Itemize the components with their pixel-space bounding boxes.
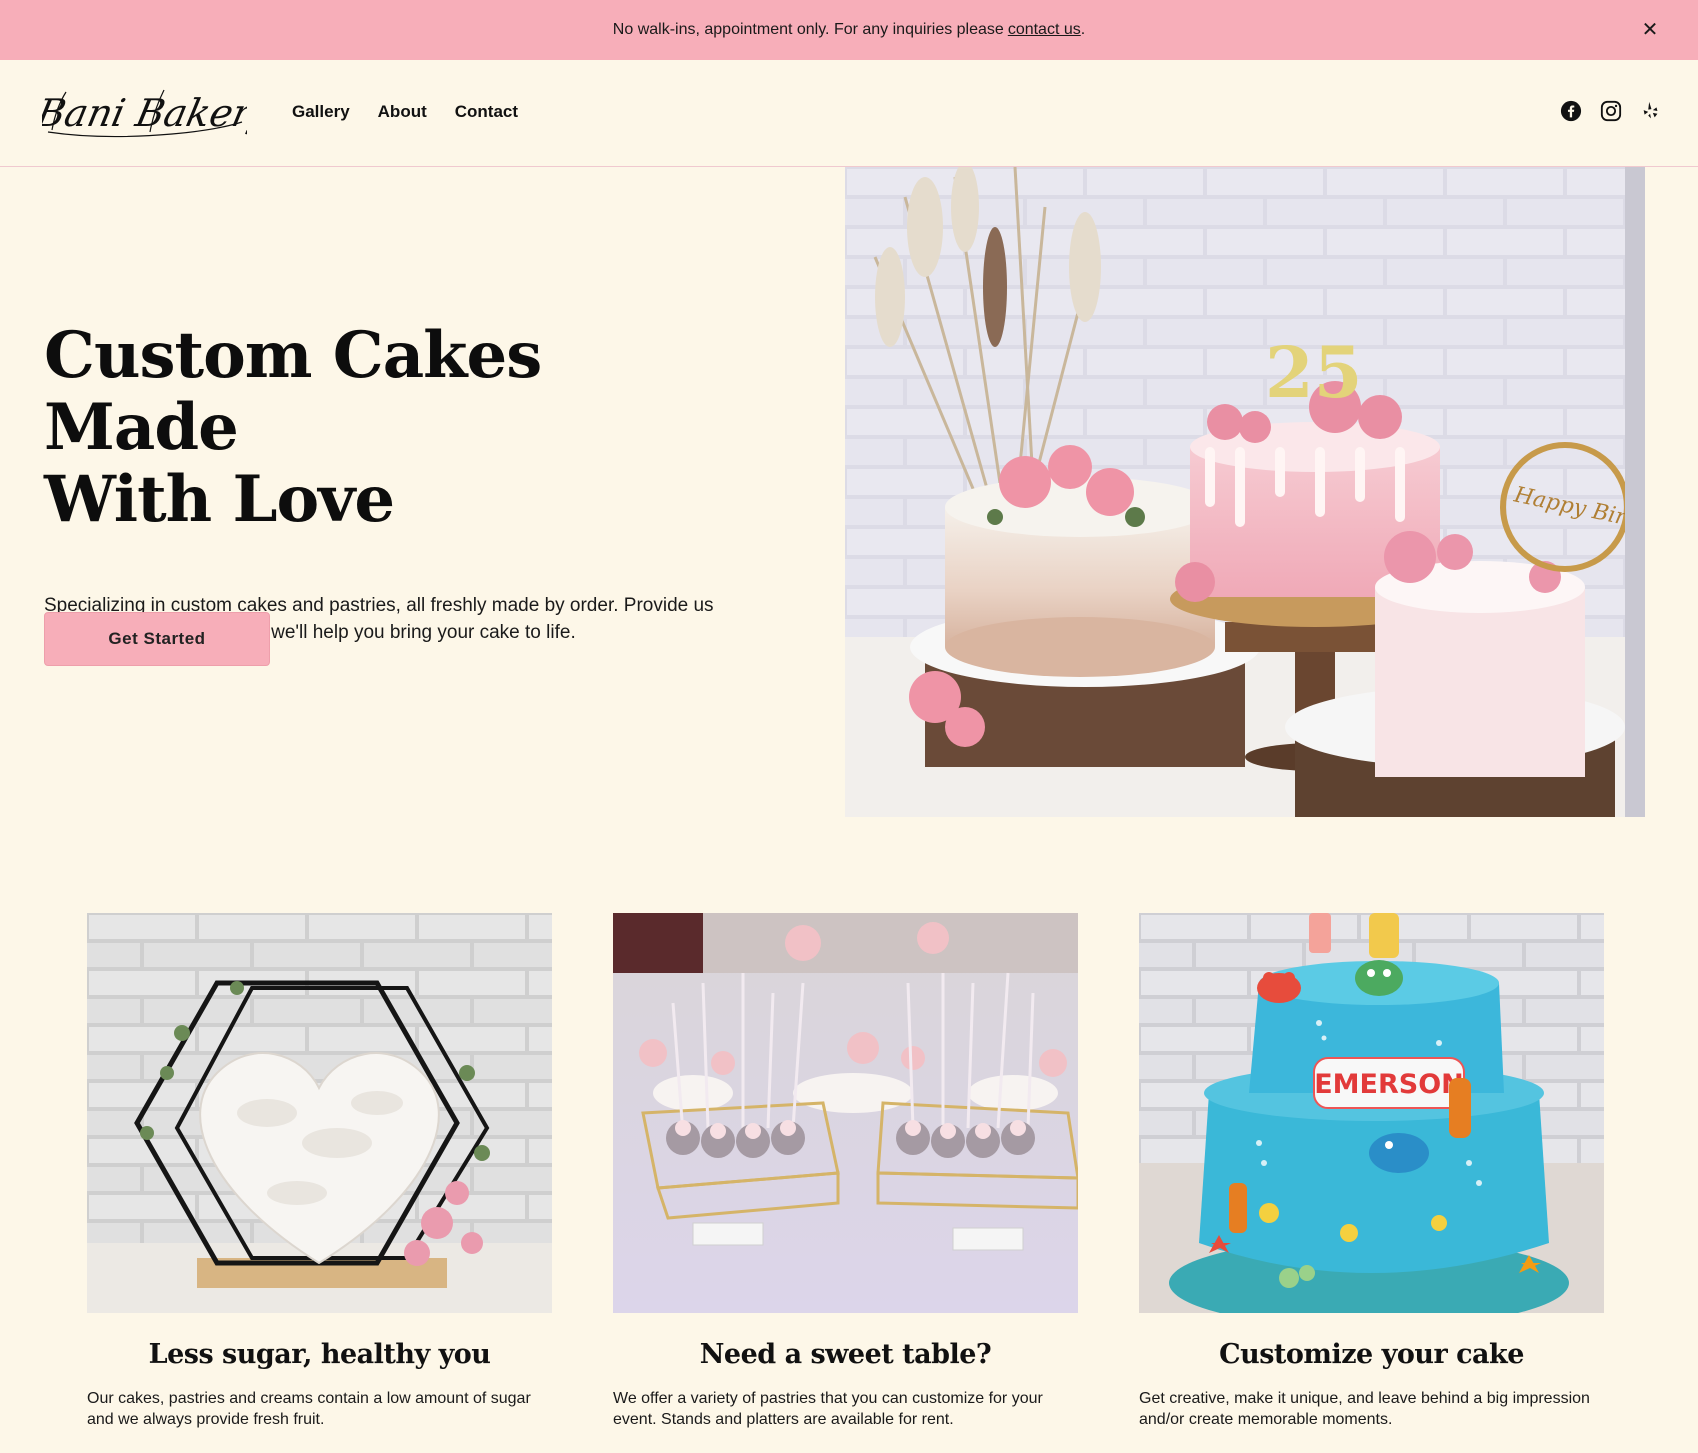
heart-cake-image bbox=[87, 913, 552, 1313]
feature-title: Customize your cake bbox=[1219, 1339, 1524, 1370]
announcement-suffix: . bbox=[1080, 21, 1086, 38]
instagram-icon[interactable] bbox=[1600, 100, 1622, 122]
svg-text:Bani Bakery: Bani Bakery bbox=[42, 91, 247, 136]
hero-title: Custom Cakes Made With Love bbox=[44, 320, 744, 536]
close-icon[interactable]: ✕ bbox=[1640, 20, 1660, 40]
announcement-bar: No walk-ins, appointment only. For any i… bbox=[0, 0, 1698, 60]
nav-about[interactable]: About bbox=[378, 102, 427, 122]
hero-title-line1: Custom Cakes Made bbox=[44, 318, 542, 465]
main-nav: Gallery About Contact bbox=[292, 102, 518, 122]
site-header: Bani Bakery Gallery About Contact bbox=[0, 60, 1698, 167]
hero-cakes-image: 25 Happy Birthday bbox=[845, 167, 1645, 817]
ocean-cake-label: EMERSON bbox=[1314, 1069, 1464, 1100]
announcement-text: No walk-ins, appointment only. For any i… bbox=[612, 21, 1004, 38]
ocean-cake-image: EMERSON bbox=[1139, 913, 1604, 1313]
hero-image-number: 25 bbox=[1265, 331, 1362, 414]
feature-text: Get creative, make it unique, and leave … bbox=[1139, 1390, 1590, 1428]
feature-title: Less sugar, healthy you bbox=[148, 1339, 491, 1370]
hero-title-line2: With Love bbox=[44, 462, 395, 537]
feature-card-sweet-table: Need a sweet table? We offer a variety o… bbox=[613, 913, 1078, 1430]
social-links bbox=[1560, 100, 1662, 122]
feature-text: We offer a variety of pastries that you … bbox=[613, 1390, 1043, 1428]
feature-title: Need a sweet table? bbox=[699, 1339, 992, 1370]
feature-card-less-sugar: Less sugar, healthy you Our cakes, pastr… bbox=[87, 913, 552, 1430]
cake-pops-image bbox=[613, 913, 1078, 1313]
yelp-icon[interactable] bbox=[1640, 100, 1662, 122]
nav-contact[interactable]: Contact bbox=[455, 102, 518, 122]
bani-bakery-logo[interactable]: Bani Bakery bbox=[32, 82, 278, 144]
facebook-icon[interactable] bbox=[1560, 100, 1582, 122]
get-started-button[interactable]: Get Started bbox=[44, 612, 270, 666]
feature-text: Our cakes, pastries and creams contain a… bbox=[87, 1390, 531, 1428]
hero-text-block: Custom Cakes Made With Love Specializing… bbox=[44, 320, 744, 646]
contact-us-link[interactable]: contact us bbox=[1008, 21, 1081, 39]
nav-gallery[interactable]: Gallery bbox=[292, 102, 350, 122]
feature-card-customize: EMERSON Customize your cake Get creative… bbox=[1139, 913, 1604, 1430]
